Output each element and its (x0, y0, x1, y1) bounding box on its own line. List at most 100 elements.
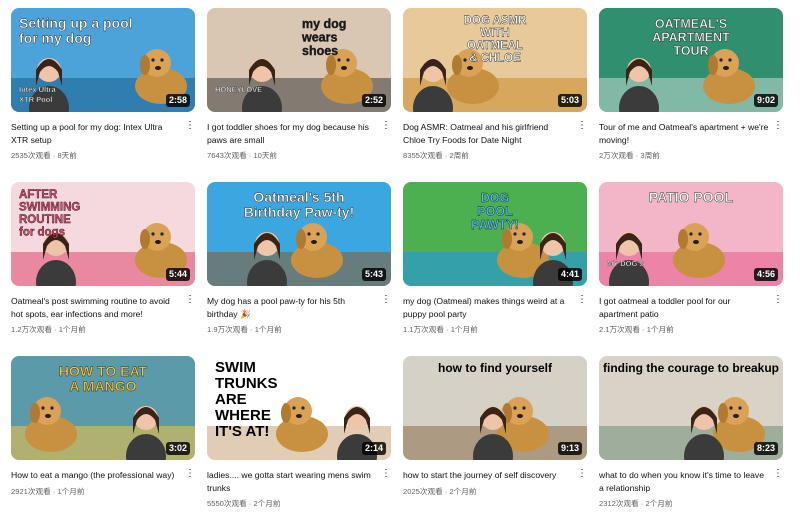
thumbnail-overlay-text: HONEYLOVE (215, 85, 262, 94)
more-options-icon[interactable]: ⋮ (185, 469, 195, 479)
view-count: 5550次观看 (207, 499, 247, 508)
video-thumbnail[interactable]: Oatmeal's 5th Birthday Paw-ty! 5:43 (207, 182, 391, 286)
thumbnail-overlay-text: IT'S AT! (215, 423, 269, 440)
duration-badge: 5:43 (361, 268, 386, 281)
video-thumbnail[interactable]: how to find yourself 9:13 (403, 356, 587, 460)
more-options-icon[interactable]: ⋮ (381, 121, 391, 131)
video-thumbnail[interactable]: AFTER SWIMMING ROUTINE for dogs 5:44 (11, 182, 195, 286)
video-title[interactable]: I got toddler shoes for my dog because h… (207, 121, 391, 146)
video-card[interactable]: SWIM TRUNKS ARE WHERE IT'S AT! 2:14 ladies....… (207, 356, 391, 528)
thumbnail-overlay-text: shoes (302, 44, 338, 58)
thumbnail-overlay-text: & CHLOE (469, 53, 521, 65)
video-thumbnail[interactable]: PATIO POOL MY DOG'S 4:56 (599, 182, 783, 286)
video-thumbnail[interactable]: OATMEAL'S APARTMENT TOUR 9:02 (599, 8, 783, 112)
video-title[interactable]: ladies.... we gotta start wearing mens s… (207, 469, 391, 494)
upload-age: 2个月前 (449, 486, 477, 496)
video-card[interactable]: how to find yourself 9:13 how to start the… (403, 356, 587, 528)
thumbnail-overlay-text: finding the courage to breakup (603, 361, 779, 375)
duration-badge: 2:58 (165, 94, 190, 107)
thumbnail-overlay-text: A MANGO (69, 378, 136, 394)
upload-age: 1个月前 (450, 325, 478, 334)
thumbnail-overlay-text: DOG (481, 191, 509, 205)
video-title[interactable]: Tour of me and Oatmeal's apartment + we'… (599, 121, 783, 146)
more-options-icon[interactable]: ⋮ (577, 469, 587, 479)
video-thumbnail[interactable]: DOG POOL PAWTY! 4:41 (403, 182, 587, 286)
video-thumbnail[interactable]: DOG ASMR WITH OATMEAL & CHLOE 5:03 (403, 8, 587, 112)
video-card[interactable]: HOW TO EAT A MANGO 3:02 How to eat a mango … (11, 356, 195, 528)
more-options-icon[interactable]: ⋮ (773, 469, 783, 479)
thumbnail-overlay-text: WHERE (215, 407, 271, 424)
video-meta: 2.1万次观看 · 1个月前 (599, 325, 783, 335)
upload-age: 10天前 (253, 151, 278, 160)
video-meta: 2535次观看 · 8天前 (11, 151, 195, 161)
more-options-icon[interactable]: ⋮ (577, 121, 587, 131)
video-title[interactable]: How to eat a mango (the professional way… (11, 469, 195, 482)
thumbnail-overlay-text: WITH (480, 28, 509, 40)
video-card[interactable]: finding the courage to breakup 8:23 what t… (599, 356, 783, 528)
thumbnail-overlay-text: ROUTINE (19, 214, 71, 226)
video-meta: 2921次观看 · 1个月前 (11, 487, 195, 497)
video-card[interactable]: OATMEAL'S APARTMENT TOUR 9:02 Tour of me and… (599, 8, 783, 180)
more-options-icon[interactable]: ⋮ (185, 121, 195, 131)
video-thumbnail[interactable]: finding the courage to breakup 8:23 (599, 356, 783, 460)
video-thumbnail[interactable]: HOW TO EAT A MANGO 3:02 (11, 356, 195, 460)
duration-badge: 4:41 (557, 268, 582, 281)
video-card[interactable]: my dog wears shoes HONEYLOVE 2:52 I got toddl… (207, 8, 391, 180)
duration-badge: 4:56 (753, 268, 778, 281)
video-title[interactable]: Dog ASMR: Oatmeal and his girlfriend Chl… (403, 121, 587, 146)
thumbnail-overlay-text: SWIMMING (19, 202, 80, 214)
more-options-icon[interactable]: ⋮ (185, 295, 195, 305)
meta-separator: · (639, 325, 647, 334)
view-count: 1.2万次观看 (11, 325, 52, 334)
thumbnail-overlay-text: POOL (477, 205, 513, 219)
meta-separator: · (443, 325, 451, 334)
video-thumbnail[interactable]: Setting up a pool for my dog Intex Ultra XT… (11, 8, 195, 112)
thumbnail-overlay-text: OATMEAL'S (655, 17, 727, 31)
more-options-icon[interactable]: ⋮ (381, 295, 391, 305)
thumbnail-overlay-text: Setting up a pool (19, 15, 133, 31)
upload-age: 1个月前 (254, 325, 282, 334)
thumbnail-overlay-text: SWIM (215, 359, 256, 376)
thumbnail-overlay-text: Birthday Paw-ty! (244, 204, 354, 220)
video-card[interactable]: DOG ASMR WITH OATMEAL & CHLOE 5:03 Dog ASMR: … (403, 8, 587, 180)
thumbnail-overlay-text: OATMEAL (467, 40, 523, 52)
view-count: 1.9万次观看 (207, 325, 248, 334)
more-options-icon[interactable]: ⋮ (773, 295, 783, 305)
view-count: 2.1万次观看 (599, 325, 640, 334)
video-meta: 7643次观看 · 10天前 (207, 151, 391, 161)
view-count: 2535次观看 (11, 151, 51, 160)
thumbnail-overlay-text: HOW TO EAT (59, 363, 148, 379)
video-card[interactable]: Oatmeal's 5th Birthday Paw-ty! 5:43 My dog … (207, 182, 391, 354)
more-options-icon[interactable]: ⋮ (381, 469, 391, 479)
video-title[interactable]: how to start the journey of self discove… (403, 469, 587, 482)
thumbnail-overlay-text: Intex Ultra (19, 85, 57, 94)
more-options-icon[interactable]: ⋮ (577, 295, 587, 305)
video-meta: 1.9万次观看 · 1个月前 (207, 325, 391, 335)
duration-badge: 9:02 (753, 94, 778, 107)
thumbnail-overlay-text: for dogs (19, 227, 65, 239)
thumbnail-overlay-text: Oatmeal's 5th (253, 189, 344, 205)
video-title[interactable]: I got oatmeal a toddler pool for our apa… (599, 295, 783, 320)
video-card[interactable]: AFTER SWIMMING ROUTINE for dogs 5:44 Oatmeal'… (11, 182, 195, 354)
video-title[interactable]: what to do when you know it's time to le… (599, 469, 783, 494)
video-card[interactable]: Setting up a pool for my dog Intex Ultra XT… (11, 8, 195, 180)
duration-badge: 5:44 (165, 268, 190, 281)
more-options-icon[interactable]: ⋮ (773, 121, 783, 131)
video-title[interactable]: my dog (Oatmeal) makes things weird at a… (403, 295, 587, 320)
thumbnail-overlay-text: ARE (215, 391, 247, 408)
view-count: 7643次观看 (207, 151, 247, 160)
video-thumbnail[interactable]: my dog wears shoes HONEYLOVE 2:52 (207, 8, 391, 112)
video-card[interactable]: PATIO POOL MY DOG'S 4:56 I got oatmeal a to… (599, 182, 783, 354)
view-count: 8355次观看 (403, 151, 443, 160)
video-title[interactable]: My dog has a pool paw-ty for his 5th bir… (207, 295, 391, 320)
view-count: 2025次观看 (403, 486, 443, 496)
thumbnail-overlay-text: DOG ASMR (464, 15, 528, 27)
thumbnail-overlay-text: for my dog (19, 30, 91, 46)
video-title[interactable]: Oatmeal's post swimming routine to avoid… (11, 295, 195, 320)
thumbnail-overlay-text: APARTMENT (652, 31, 730, 45)
video-card[interactable]: DOG POOL PAWTY! 4:41 my dog (Oatmeal) makes … (403, 182, 587, 354)
duration-badge: 3:02 (165, 442, 190, 455)
meta-separator: · (51, 325, 59, 334)
video-thumbnail[interactable]: SWIM TRUNKS ARE WHERE IT'S AT! 2:14 (207, 356, 391, 460)
video-title[interactable]: Setting up a pool for my dog: Intex Ultr… (11, 121, 195, 146)
